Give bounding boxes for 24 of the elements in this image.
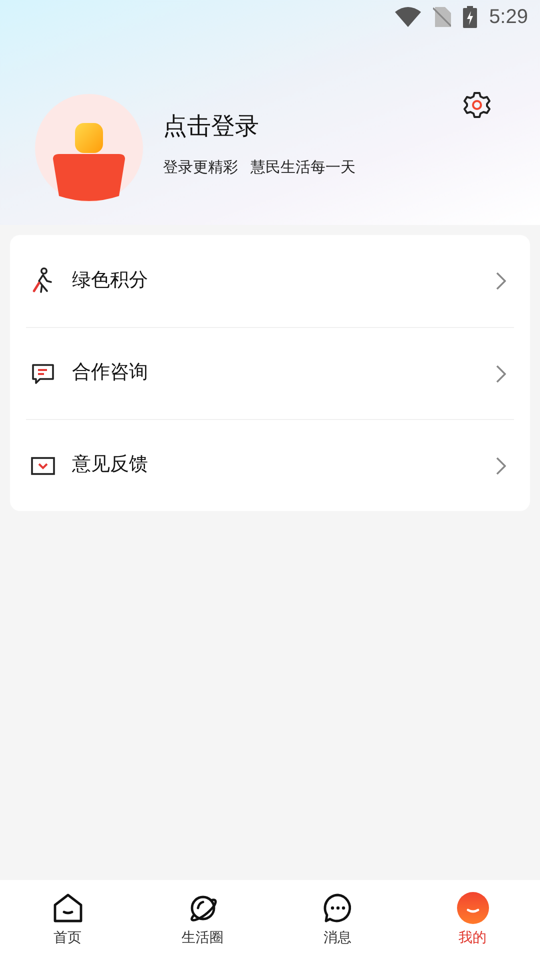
menu-item-label: 绿色积分 <box>72 268 149 293</box>
avatar-drawing[interactable] <box>35 94 143 202</box>
home-icon <box>52 892 84 924</box>
nav-tab[interactable]: 我的 <box>405 880 540 960</box>
chevron-right-icon <box>496 456 506 474</box>
message-bubble-icon <box>322 892 354 924</box>
menu-item-label: 合作咨询 <box>72 361 149 386</box>
chevron-right-icon <box>496 272 506 290</box>
login-subtitle: 登录更精彩 慧民生活每一天 <box>163 158 357 178</box>
nav-tab[interactable]: 消息 <box>270 880 405 960</box>
chevron-right-icon <box>496 364 506 382</box>
smiley-face-icon <box>456 892 488 924</box>
nav-tab[interactable]: 首页 <box>0 880 135 960</box>
battery-charging-icon <box>463 6 478 28</box>
no-sim-icon <box>433 7 452 27</box>
nav-tab[interactable]: 生活圈 <box>135 880 270 960</box>
status-time: 5:29 <box>489 5 528 30</box>
wifi-icon <box>395 7 422 27</box>
menu-item[interactable]: 意见反馈 <box>26 419 514 511</box>
menu-item[interactable]: 绿色积分 <box>26 235 514 327</box>
login-title[interactable]: 点击登录 <box>163 108 462 145</box>
menu-item-label: 意见反馈 <box>72 453 149 478</box>
menu-item[interactable]: 合作咨询 <box>26 327 514 419</box>
settings-icon[interactable] <box>462 90 492 120</box>
